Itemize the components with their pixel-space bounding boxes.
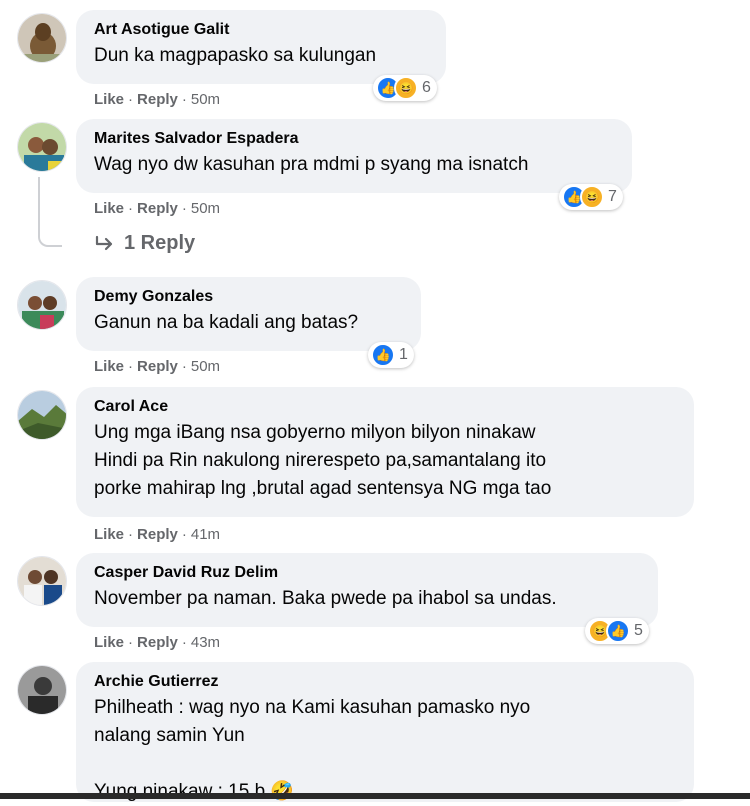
- reaction-count: 7: [608, 188, 617, 205]
- like-button[interactable]: Like: [94, 634, 124, 651]
- comment-actions: Like · Reply · 50m: [94, 358, 221, 375]
- comment-author[interactable]: Archie Gutierrez: [94, 672, 680, 692]
- comment-author[interactable]: Art Asotigue Galit: [94, 20, 432, 40]
- avatar[interactable]: [17, 122, 67, 172]
- like-button[interactable]: Like: [94, 200, 124, 217]
- comment-text: Ganun na ba kadali ang batas?: [94, 312, 359, 333]
- avatar[interactable]: [17, 390, 67, 440]
- timestamp[interactable]: 50m: [191, 358, 220, 375]
- comment-text-body: Philheath : wag nyo na Kami kasuhan pama…: [94, 697, 531, 802]
- reaction-count: 1: [399, 346, 408, 363]
- reply-button[interactable]: Reply: [137, 634, 178, 651]
- comment-text: Ung mga iBang nsa gobyerno milyon bilyon…: [94, 422, 552, 499]
- comment-actions: Like · Reply · 43m: [94, 634, 221, 651]
- like-button[interactable]: Like: [94, 91, 124, 108]
- reaction-count: 6: [422, 79, 431, 96]
- comment-text: Dun ka magpapasko sa kulungan: [94, 45, 377, 66]
- comment-bubble: Marites Salvador Espadera Wag nyo dw kas…: [76, 119, 632, 193]
- reaction-summary[interactable]: 👍 1: [368, 342, 414, 368]
- reaction-summary[interactable]: 😆 👍 5: [585, 618, 649, 644]
- avatar[interactable]: [17, 556, 67, 606]
- comment-actions: Like · Reply · 50m: [94, 200, 221, 217]
- comment-actions: Like · Reply · 50m: [94, 91, 221, 108]
- reply-button[interactable]: Reply: [137, 200, 178, 217]
- comment-text: November pa naman. Baka pwede pa ihabol …: [94, 588, 557, 609]
- timestamp[interactable]: 50m: [191, 91, 220, 108]
- comment-bubble: Demy Gonzales Ganun na ba kadali ang bat…: [76, 277, 421, 351]
- thread-connector-line: [38, 177, 62, 247]
- comment-author[interactable]: Carol Ace: [94, 397, 680, 417]
- like-reaction-icon: 👍: [371, 343, 395, 367]
- haha-reaction-icon: 😆: [580, 185, 604, 209]
- avatar[interactable]: [17, 13, 67, 63]
- reaction-count: 5: [634, 622, 643, 639]
- reaction-summary[interactable]: 👍 😆 6: [373, 75, 437, 101]
- comment-author[interactable]: Casper David Ruz Delim: [94, 563, 644, 583]
- avatar[interactable]: [17, 665, 67, 715]
- view-replies-label: 1 Reply: [124, 232, 196, 254]
- reaction-summary[interactable]: 👍 😆 7: [559, 184, 623, 210]
- comment-bubble: Art Asotigue Galit Dun ka magpapasko sa …: [76, 10, 446, 84]
- timestamp[interactable]: 50m: [191, 200, 220, 217]
- haha-reaction-icon: 😆: [394, 76, 418, 100]
- timestamp[interactable]: 43m: [191, 634, 220, 651]
- reply-button[interactable]: Reply: [137, 526, 178, 543]
- reply-arrow-icon: [95, 235, 113, 250]
- reply-button[interactable]: Reply: [137, 358, 178, 375]
- like-button[interactable]: Like: [94, 358, 124, 375]
- comment-actions: Like · Reply · 41m: [94, 526, 221, 543]
- comment-bubble: Archie Gutierrez Philheath : wag nyo na …: [76, 662, 694, 802]
- like-reaction-icon: 👍: [606, 619, 630, 643]
- comment-bubble: Casper David Ruz Delim November pa naman…: [76, 553, 658, 627]
- comment-text: Wag nyo dw kasuhan pra mdmi p syang ma i…: [94, 154, 529, 175]
- like-button[interactable]: Like: [94, 526, 124, 543]
- comment-text: Philheath : wag nyo na Kami kasuhan pama…: [94, 694, 680, 806]
- comment-bubble: Carol Ace Ung mga iBang nsa gobyerno mil…: [76, 387, 694, 517]
- comment-author[interactable]: Demy Gonzales: [94, 287, 407, 307]
- avatar[interactable]: [17, 280, 67, 330]
- window-bottom-edge: [0, 793, 750, 799]
- comment-author[interactable]: Marites Salvador Espadera: [94, 129, 618, 149]
- reply-button[interactable]: Reply: [137, 91, 178, 108]
- view-replies-link[interactable]: 1 Reply: [94, 232, 195, 255]
- timestamp[interactable]: 41m: [191, 526, 220, 543]
